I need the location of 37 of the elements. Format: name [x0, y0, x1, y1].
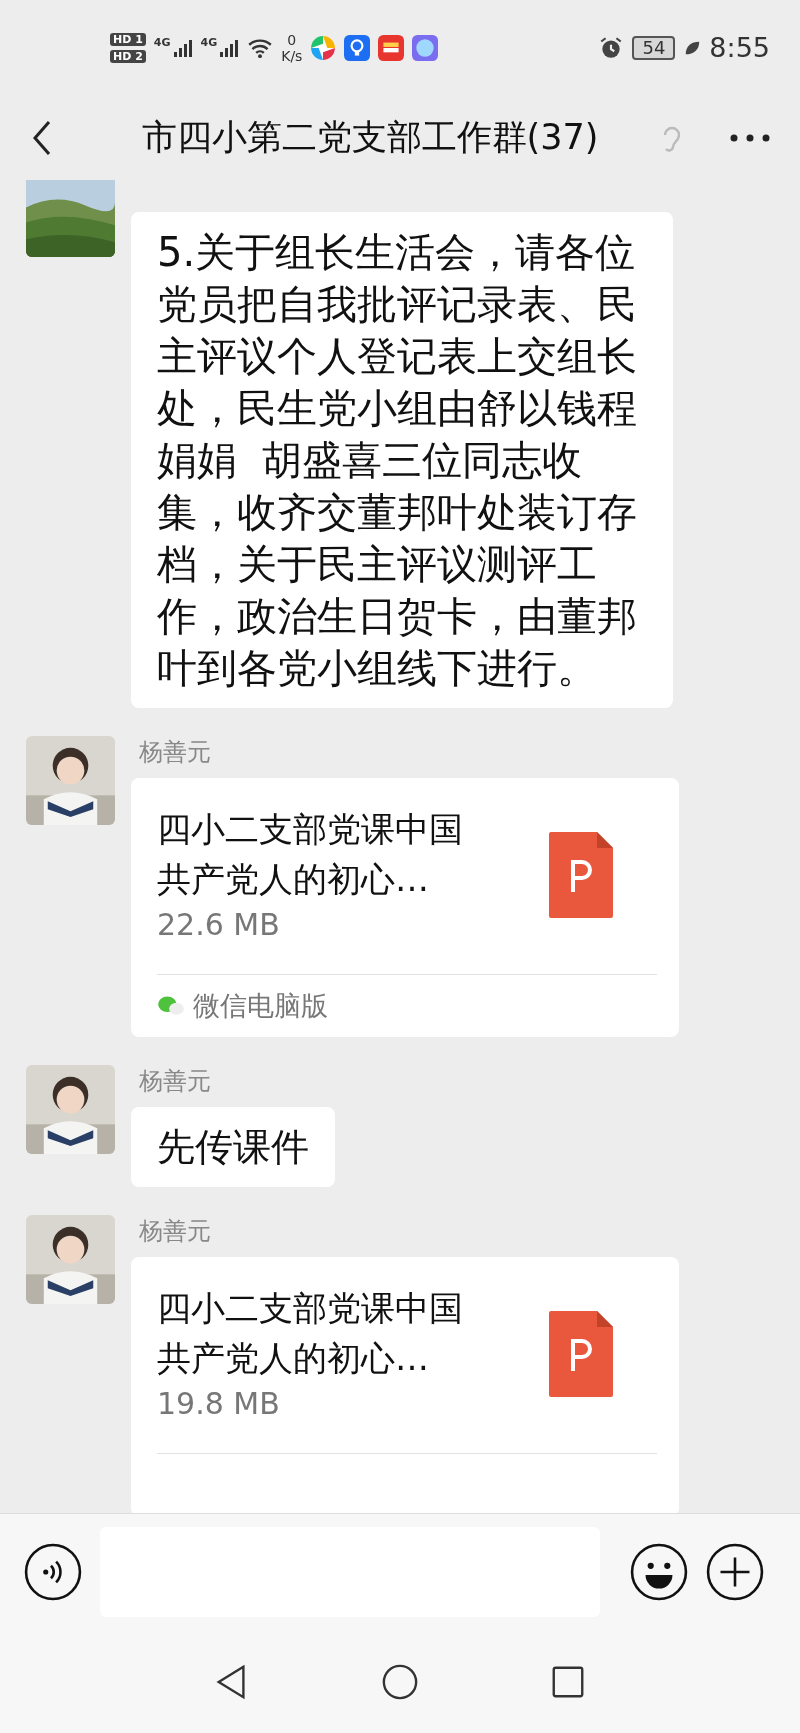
- app-icon: [378, 34, 405, 61]
- app-icon: [412, 34, 439, 61]
- sender-name: 杨善元: [139, 1066, 212, 1097]
- network-label: 4G: [153, 36, 171, 49]
- chat-title: 市四小第二党支部工作群(37): [140, 116, 600, 159]
- ppt-file-icon: [549, 1311, 613, 1397]
- ppt-file-icon: [549, 832, 613, 918]
- lightbulb-app-icon: [344, 34, 371, 61]
- sim-badge: HD 1: [110, 32, 146, 46]
- clock-time: 8:55: [709, 32, 770, 63]
- sim-badge: HD 2: [110, 49, 146, 63]
- file-name: 四小二支部党课中国共产党人的初心…: [157, 808, 464, 901]
- file-message[interactable]: 四小二支部党课中国共产党人的初心… 19.8 MB: [131, 1257, 679, 1513]
- file-name: 四小二支部党课中国共产党人的初心…: [157, 1287, 464, 1380]
- plus-icon[interactable]: [706, 1543, 764, 1601]
- message-bubble[interactable]: 先传课件: [131, 1107, 335, 1187]
- home-icon[interactable]: [381, 1662, 419, 1701]
- file-message[interactable]: 四小二支部党课中国共产党人的初心… 22.6 MB 微信电脑版: [131, 778, 679, 1037]
- sender-name: 杨善元: [139, 737, 212, 768]
- battery-level: 54: [632, 35, 676, 60]
- voice-icon[interactable]: [24, 1543, 82, 1601]
- app-icon: [310, 34, 337, 61]
- file-size: 19.8 MB: [157, 1385, 281, 1423]
- wifi-icon: [247, 36, 274, 59]
- network-label: 4G: [200, 36, 218, 49]
- emoji-icon[interactable]: [630, 1543, 688, 1601]
- signal-icon: [219, 37, 240, 58]
- back-icon[interactable]: [32, 119, 52, 156]
- source-label: 微信电脑版: [193, 989, 328, 1023]
- message-bubble[interactable]: 5.关于组长生活会，请各位党员把自我批评记录表、民主评议个人登记表上交组长处，民生党小组由舒以钱程娟娟 胡盛喜三位同志收集，收齐交董邦叶处装订存档，关于民主评议测评工作，政治生日贺卡，由董邦叶到各党小组线下进行。: [131, 212, 673, 708]
- speed-value: 0: [287, 31, 297, 48]
- more-icon[interactable]: [730, 133, 770, 142]
- speed-unit: K/s: [281, 47, 303, 64]
- sender-name: 杨善元: [139, 1216, 212, 1247]
- signal-icon: [172, 37, 193, 58]
- wechat-icon: [157, 995, 185, 1017]
- file-size: 22.6 MB: [157, 906, 281, 944]
